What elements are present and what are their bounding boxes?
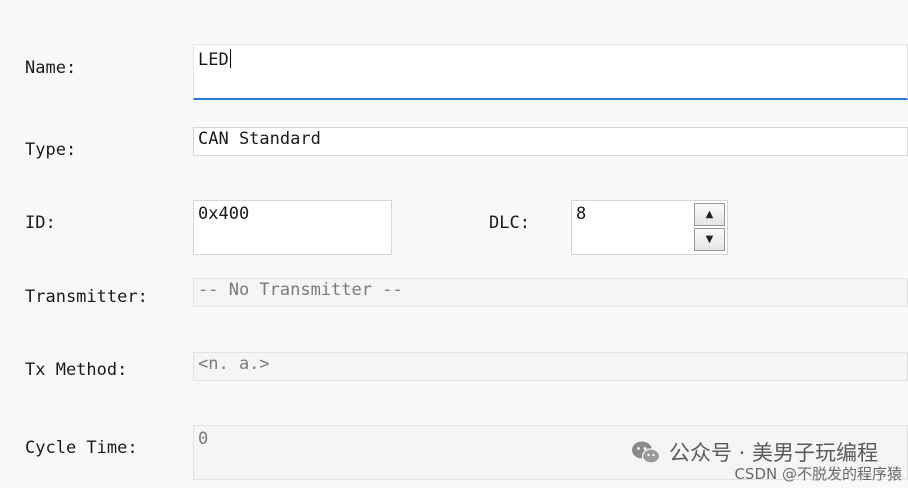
type-select[interactable]: CAN Standard xyxy=(193,127,908,156)
id-label: ID: xyxy=(25,213,56,233)
tx-method-label: Tx Method: xyxy=(25,360,128,380)
dlc-decrement-button[interactable]: ▼ xyxy=(694,228,725,251)
name-input[interactable]: LED xyxy=(193,44,908,100)
dlc-spinbox[interactable]: 8 ▲ ▼ xyxy=(571,200,728,255)
wechat-icon xyxy=(631,439,661,465)
transmitter-select: -- No Transmitter -- xyxy=(193,278,908,307)
csdn-watermark: CSDN @不脱发的程序猿 xyxy=(734,465,902,483)
name-input-value: LED xyxy=(198,50,229,70)
dlc-label: DLC: xyxy=(489,213,530,233)
id-input[interactable]: 0x400 xyxy=(193,200,392,255)
arrow-up-icon: ▲ xyxy=(705,209,714,220)
dlc-increment-button[interactable]: ▲ xyxy=(694,203,725,226)
type-label: Type: xyxy=(25,140,77,160)
name-label: Name: xyxy=(25,58,77,78)
text-caret xyxy=(229,49,231,68)
cycle-time-label: Cycle Time: xyxy=(25,438,138,458)
tx-method-select: <n. a.> xyxy=(193,352,908,381)
arrow-down-icon: ▼ xyxy=(705,234,714,245)
dlc-value[interactable]: 8 xyxy=(576,204,586,224)
transmitter-label: Transmitter: xyxy=(25,287,148,307)
